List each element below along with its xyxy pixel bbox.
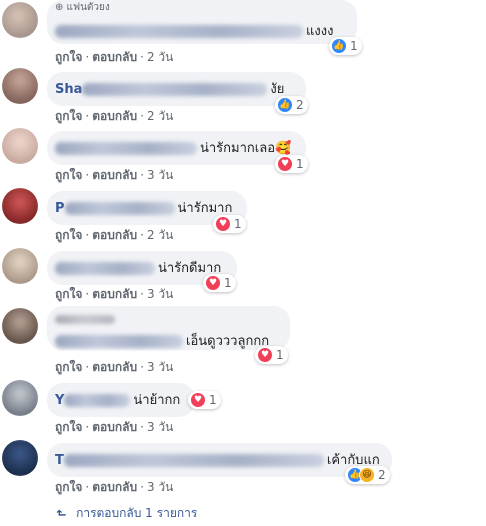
blurred-name[interactable] <box>63 453 324 467</box>
blurred-name[interactable] <box>55 261 155 275</box>
blurred-name[interactable] <box>64 201 175 215</box>
reaction-count: 1 <box>209 393 217 407</box>
like-link[interactable]: ถูกใจ <box>55 226 82 245</box>
reaction-count: 1 <box>224 276 232 290</box>
reaction-summary[interactable]: ♥ 1 <box>203 274 236 292</box>
timestamp[interactable]: 3 วัน <box>147 358 173 377</box>
timestamp[interactable]: 3 วัน <box>147 478 173 497</box>
blurred-name[interactable] <box>82 82 268 96</box>
blurred-name[interactable] <box>64 393 131 407</box>
reaction-summary[interactable]: ♥ 1 <box>275 155 308 173</box>
comment-bubble: Y น่าย้ากก <box>47 383 195 417</box>
reaction-summary[interactable]: ♥ 1 <box>188 391 221 409</box>
comment-actions: ถูกใจ · ตอบกลับ · 2 วัน <box>55 107 173 126</box>
more-replies-label: การตอบกลับ 1 รายการ <box>76 506 198 520</box>
comment-actions: ถูกใจ · ตอบกลับ · 3 วัน <box>55 358 173 377</box>
like-link[interactable]: ถูกใจ <box>55 418 82 437</box>
avatar[interactable] <box>2 380 38 416</box>
reply-link[interactable]: ตอบกลับ <box>92 166 137 185</box>
reaction-summary[interactable]: 👍 😆 2 <box>345 466 390 484</box>
comment-actions: ถูกใจ · ตอบกลับ · 2 วัน <box>55 48 173 67</box>
comment-bubble: Sha งัย <box>47 72 306 106</box>
like-link[interactable]: ถูกใจ <box>55 478 82 497</box>
timestamp[interactable]: 3 วัน <box>147 418 173 437</box>
comment-bubble: เอ็นดูวววลูกกก <box>47 306 290 350</box>
reply-link[interactable]: ตอบกลับ <box>92 285 137 304</box>
reply-link[interactable]: ตอบกลับ <box>92 418 137 437</box>
blurred-name[interactable] <box>55 335 183 348</box>
heart-icon: ♥ <box>190 392 206 408</box>
reply-link[interactable]: ตอบกลับ <box>92 226 137 245</box>
reaction-count: 1 <box>350 39 358 53</box>
comment-actions: ถูกใจ · ตอบกลับ · 3 วัน <box>55 166 173 185</box>
reply-link[interactable]: ตอบกลับ <box>92 48 137 67</box>
timestamp[interactable]: 2 วัน <box>147 226 173 245</box>
blurred-name[interactable] <box>55 141 197 155</box>
comment-text: แงงง <box>306 24 334 39</box>
comment-actions: ถูกใจ · ตอบกลับ · 2 วัน <box>55 226 173 245</box>
blurred-label <box>55 315 115 324</box>
avatar[interactable] <box>2 128 38 164</box>
thumbs-up-icon: 👍 <box>277 97 293 113</box>
heart-icon: ♥ <box>205 275 221 291</box>
reaction-summary[interactable]: 👍 2 <box>275 96 308 114</box>
reaction-summary[interactable]: ♥ 1 <box>213 215 246 233</box>
avatar[interactable] <box>2 308 38 344</box>
commenter-name[interactable]: Sha <box>55 81 82 98</box>
comment-bubble: น่ารักมากเลอ🥰 <box>47 131 306 165</box>
like-link[interactable]: ถูกใจ <box>55 285 82 304</box>
reaction-count: 2 <box>296 98 304 112</box>
thumbs-up-icon: 👍 <box>331 38 347 54</box>
heart-icon: ♥ <box>277 156 293 172</box>
comment-text: น่ารักมาก <box>177 200 233 216</box>
comment-actions: ถูกใจ · ตอบกลับ · 3 วัน <box>55 478 173 497</box>
reaction-count: 1 <box>276 348 284 362</box>
reaction-count: 1 <box>296 157 304 171</box>
view-more-replies-link[interactable]: ↳ การตอบกลับ 1 รายการ <box>54 504 198 523</box>
comment-bubble: ⊕ แฟนตัวยง แงงง <box>47 0 357 44</box>
laughing-face-icon: 😆 <box>359 467 375 483</box>
comment-actions: ถูกใจ · ตอบกลับ · 3 วัน <box>55 418 173 437</box>
like-link[interactable]: ถูกใจ <box>55 48 82 67</box>
heart-icon: ♥ <box>257 347 273 363</box>
timestamp[interactable]: 3 วัน <box>147 285 173 304</box>
reaction-summary[interactable]: 👍 1 <box>329 37 362 55</box>
comment-actions: ถูกใจ · ตอบกลับ · 3 วัน <box>55 285 173 304</box>
reaction-summary[interactable]: ♥ 1 <box>255 346 288 364</box>
reply-link[interactable]: ตอบกลับ <box>92 358 137 377</box>
commenter-name[interactable]: T <box>55 452 64 469</box>
reply-link[interactable]: ตอบกลับ <box>92 478 137 497</box>
avatar[interactable] <box>2 2 38 38</box>
heart-icon: ♥ <box>215 216 231 232</box>
like-link[interactable]: ถูกใจ <box>55 107 82 126</box>
comment-bubble: T เค้ากับแก <box>47 443 392 477</box>
timestamp[interactable]: 2 วัน <box>147 48 173 67</box>
reply-arrow-icon: ↳ <box>54 507 69 519</box>
reaction-count: 1 <box>234 217 242 231</box>
avatar[interactable] <box>2 188 38 224</box>
blurred-name[interactable] <box>55 25 303 38</box>
timestamp[interactable]: 3 วัน <box>147 166 173 185</box>
timestamp[interactable]: 2 วัน <box>147 107 173 126</box>
like-link[interactable]: ถูกใจ <box>55 166 82 185</box>
top-fan-badge: ⊕ แฟนตัวยง <box>55 2 110 13</box>
reply-link[interactable]: ตอบกลับ <box>92 107 137 126</box>
like-link[interactable]: ถูกใจ <box>55 358 82 377</box>
comment-text: น่ารักมากเลอ🥰 <box>200 140 292 156</box>
reaction-count: 2 <box>378 468 386 482</box>
comment-text: เอ็นดูวววลูกกก <box>186 334 270 349</box>
avatar[interactable] <box>2 68 38 104</box>
avatar[interactable] <box>2 440 38 476</box>
commenter-name[interactable]: Y <box>55 392 64 409</box>
comment-text: งัย <box>270 81 285 97</box>
comment-thread: ⊕ แฟนตัวยง แงงง 👍 1 ถูกใจ · ตอบกลับ · 2 วัน … <box>0 0 486 526</box>
comment-text: น่าย้ากก <box>133 392 181 408</box>
avatar[interactable] <box>2 248 38 284</box>
commenter-name[interactable]: P <box>55 200 65 217</box>
